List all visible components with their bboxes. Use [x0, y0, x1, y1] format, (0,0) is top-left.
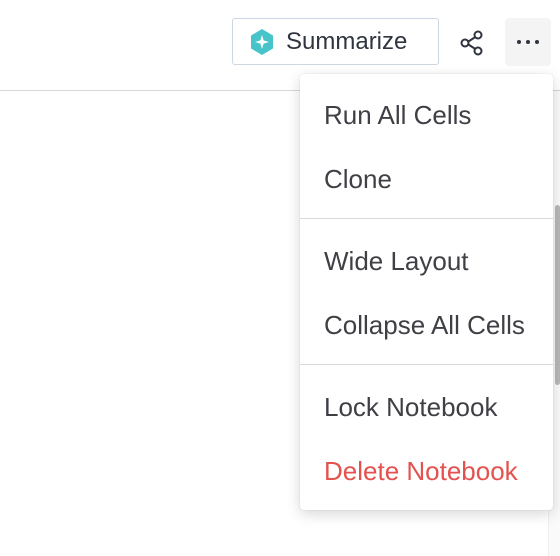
menu-divider	[300, 218, 553, 219]
menu-item-run-all-cells[interactable]: Run All Cells	[300, 89, 553, 141]
share-button[interactable]	[452, 22, 492, 64]
menu-item-lock-notebook[interactable]: Lock Notebook	[300, 381, 553, 433]
scrollbar-thumb[interactable]	[555, 205, 560, 385]
share-icon	[460, 30, 483, 56]
menu-divider	[300, 364, 553, 365]
sparkle-icon	[251, 28, 273, 55]
menu-item-delete-notebook[interactable]: Delete Notebook	[300, 445, 553, 497]
menu-item-clone[interactable]: Clone	[300, 153, 553, 205]
more-options-button[interactable]	[505, 18, 551, 66]
summarize-label: Summarize	[286, 27, 408, 55]
more-options-menu: Run All Cells Clone Wide Layout Collapse…	[300, 74, 553, 510]
summarize-button[interactable]: Summarize	[232, 18, 439, 65]
menu-item-collapse-all-cells[interactable]: Collapse All Cells	[300, 299, 553, 351]
ellipsis-icon	[517, 40, 539, 44]
menu-item-wide-layout[interactable]: Wide Layout	[300, 235, 553, 287]
